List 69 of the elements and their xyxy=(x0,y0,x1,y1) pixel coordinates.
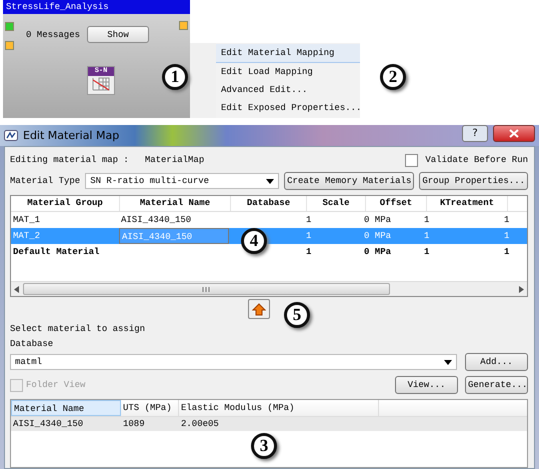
show-button[interactable]: Show xyxy=(87,26,150,43)
generate-button[interactable]: Generate... xyxy=(465,376,528,394)
close-button[interactable] xyxy=(493,125,535,142)
dropdown-arrow-icon xyxy=(266,178,274,184)
messages-label: 0 Messages xyxy=(26,30,80,40)
column-header[interactable]: Database xyxy=(231,196,307,211)
table-cell: 0 MPa xyxy=(364,247,392,257)
table-cell: 1 xyxy=(424,247,430,257)
move-up-button[interactable] xyxy=(248,299,270,319)
column-header[interactable]: Material Group xyxy=(11,196,120,211)
column-header[interactable]: Material Name xyxy=(11,400,121,416)
table-cell: AISI_4340_150 xyxy=(121,215,192,225)
table-cell: MAT_2 xyxy=(13,231,40,241)
grip-icon xyxy=(202,286,211,292)
validate-label: Validate Before Run xyxy=(425,155,528,165)
scroll-left-icon[interactable] xyxy=(14,286,20,292)
dialog-button[interactable]: Create Memory Materials xyxy=(284,172,414,190)
view-button[interactable]: View... xyxy=(395,376,458,394)
select-material-label: Select material to assign xyxy=(10,323,146,336)
table-cell: 1 xyxy=(306,247,312,257)
table-cell: 0 MPa xyxy=(364,215,392,225)
horizontal-scrollbar[interactable] xyxy=(11,281,527,296)
table-cell: 0 MPa xyxy=(364,231,392,241)
port-icon xyxy=(5,41,14,50)
app-icon xyxy=(4,130,18,141)
add-button[interactable]: Add... xyxy=(465,353,528,371)
material-map-name: MaterialMap xyxy=(144,155,204,165)
table-cell: 1 xyxy=(306,231,312,241)
dropdown-arrow-icon xyxy=(444,360,452,364)
table-cell: Default Material xyxy=(13,247,100,257)
table-cell: MAT_1 xyxy=(13,215,40,225)
port-icon xyxy=(5,22,14,31)
table-cell: 1 xyxy=(424,231,430,241)
table-cell: 1 xyxy=(504,231,510,241)
column-header[interactable]: KTreatment xyxy=(427,196,508,211)
column-header[interactable]: Scale xyxy=(307,196,366,211)
menu-item[interactable]: Edit Load Mapping xyxy=(216,63,360,81)
folder-view-label: Folder View xyxy=(26,380,86,390)
column-header[interactable]: Material Name xyxy=(120,196,231,211)
callout-number: 2 xyxy=(380,64,406,90)
material-row[interactable]: AISI_4340_150 1089 2.00e05 xyxy=(11,417,527,431)
table-cell: 1 xyxy=(504,215,510,225)
scroll-right-icon[interactable] xyxy=(518,286,524,292)
database-dropdown[interactable]: matml xyxy=(10,354,457,370)
table-cell: 1089 xyxy=(123,419,145,429)
node-title: StressLife_Analysis xyxy=(3,0,190,14)
database-label: Database xyxy=(10,338,54,351)
table-row[interactable]: MAT_1 AISI_4340_150 1 0 MPa 1 1 xyxy=(11,212,527,228)
column-header[interactable]: UTS (MPa) xyxy=(121,400,179,416)
menu-item[interactable]: Edit Material Mapping xyxy=(216,44,360,63)
table-cell: AISI_4340_150 xyxy=(13,419,84,429)
material-type-dropdown[interactable]: SN R-ratio multi-curve xyxy=(85,173,280,189)
column-header[interactable]: Offset xyxy=(366,196,427,211)
help-button[interactable]: ? xyxy=(462,125,488,142)
dialog-button[interactable]: Group Properties... xyxy=(419,172,528,190)
editing-label: Editing material map : xyxy=(10,155,129,165)
menu-item[interactable]: Edit Exposed Properties... xyxy=(216,99,360,117)
table-cell: 1 xyxy=(504,247,510,257)
table-cell: 1 xyxy=(424,215,430,225)
column-header[interactable]: Elastic Modulus (MPa) xyxy=(179,400,379,416)
dialog-title: Edit Material Map xyxy=(23,129,120,142)
port-icon xyxy=(179,21,188,30)
validate-checkbox[interactable] xyxy=(405,154,418,166)
table-cell: AISI_4340_150 xyxy=(122,232,192,242)
table-cell: 2.00e05 xyxy=(181,419,219,429)
menu-item[interactable]: Advanced Edit... xyxy=(216,81,360,99)
table-cell: 1 xyxy=(306,215,312,225)
close-icon xyxy=(509,129,519,138)
material-type-label: Material Type xyxy=(10,176,80,186)
